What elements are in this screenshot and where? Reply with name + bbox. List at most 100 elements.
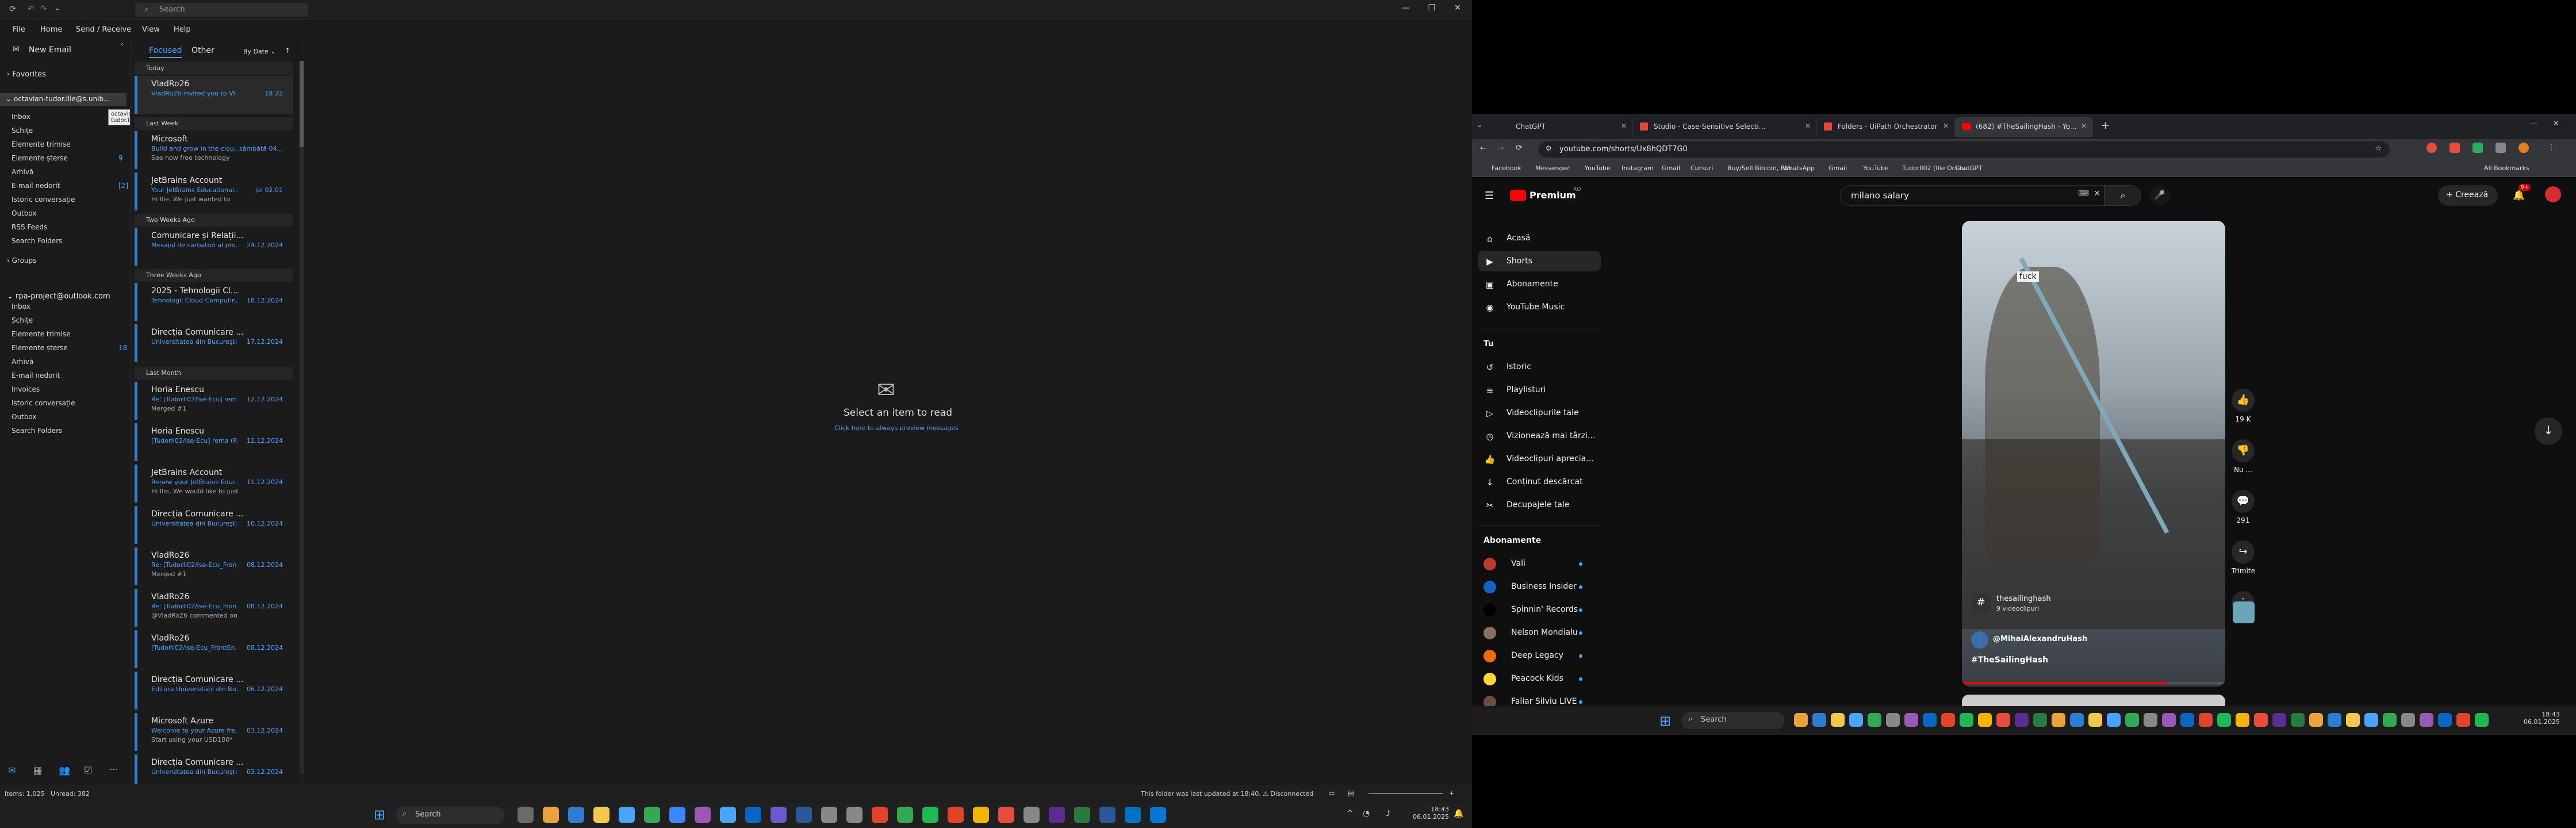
action-like[interactable]: 👍 19 K bbox=[2232, 389, 2255, 423]
message-item[interactable]: JetBrains Account Your JetBrains Educatio… bbox=[135, 172, 293, 210]
taskbar-app-icon[interactable] bbox=[2291, 713, 2305, 727]
reading-view-icon[interactable]: ▤ bbox=[1348, 789, 1354, 797]
you-item[interactable]: Playlisturi bbox=[1506, 385, 1546, 394]
tab-focused[interactable]: Focused bbox=[149, 46, 182, 58]
message-item[interactable]: Direcția Comunicare ... Editura Universit… bbox=[135, 672, 293, 710]
taskbar-app-icon[interactable] bbox=[720, 807, 736, 823]
taskbar-app-icon[interactable] bbox=[2088, 713, 2102, 727]
zoom-plus-icon[interactable]: + bbox=[1449, 789, 1454, 797]
nav-youtube-music[interactable]: YouTube Music bbox=[1506, 302, 1565, 312]
tray-chevron-icon[interactable]: ^ bbox=[1347, 809, 1354, 818]
action-share[interactable]: ↪ Trimite bbox=[2232, 540, 2255, 575]
folder-item[interactable]: Istoric conversație bbox=[12, 195, 75, 204]
bookmark-item[interactable]: YouTube bbox=[1863, 164, 1889, 172]
taskbar-app-icon[interactable] bbox=[2144, 713, 2157, 727]
taskbar-app-icon[interactable] bbox=[745, 807, 761, 823]
bookmark-star-icon[interactable]: ☆ bbox=[2375, 144, 2382, 153]
taskbar-app-icon[interactable] bbox=[1886, 713, 1900, 727]
taskbar-app-icon[interactable] bbox=[973, 807, 989, 823]
taskbar-search[interactable]: ⌕ Search bbox=[396, 807, 505, 824]
short-title[interactable]: #TheSailingHash bbox=[1971, 656, 2048, 665]
tab-youtube-active[interactable]: (682) #TheSailingHash - Yo... ✕ bbox=[1955, 117, 2093, 137]
folder-item[interactable]: Arhivă bbox=[12, 168, 33, 176]
close-tab-icon[interactable]: ✕ bbox=[2081, 122, 2087, 130]
taskbar-app-icon[interactable] bbox=[1868, 713, 1881, 727]
bookmark-item[interactable]: WhatsApp bbox=[1782, 164, 1815, 172]
folder-item[interactable]: Elemente trimise bbox=[12, 140, 71, 148]
hamburger-menu-icon[interactable]: ☰ bbox=[1485, 190, 1494, 202]
start-icon[interactable]: ⊞ bbox=[1659, 713, 1671, 729]
short-video-player[interactable]: fuck # thesailinghash 9 videoclipuri @Mi… bbox=[1962, 221, 2225, 687]
extension-icon[interactable] bbox=[2450, 143, 2460, 153]
folder-item[interactable]: Inbox bbox=[12, 302, 30, 310]
clear-search-icon[interactable]: ✕ bbox=[2094, 189, 2100, 198]
groups-toggle[interactable]: › Groups bbox=[7, 256, 36, 264]
message-item[interactable]: JetBrains Account Renew your JetBrains Ed… bbox=[135, 465, 293, 503]
you-item[interactable]: Vizionează mai târzi... bbox=[1506, 431, 1595, 440]
message-item[interactable]: Comunicare și Relații... Mesajul de sărbă… bbox=[135, 228, 293, 266]
chrome-close-icon[interactable]: ✕ bbox=[2553, 120, 2559, 128]
sort-dropdown[interactable]: By Date ⌄ bbox=[243, 48, 276, 55]
extensions-puzzle-icon[interactable] bbox=[2496, 143, 2506, 153]
tab-search-icon[interactable]: ⌄ bbox=[1477, 121, 1482, 129]
taskbar-app-icon[interactable] bbox=[2401, 713, 2415, 727]
zoom-slider[interactable] bbox=[1368, 793, 1443, 794]
group-header-last_week[interactable]: Last Week bbox=[135, 117, 293, 130]
taskbar-app-icon[interactable] bbox=[2456, 713, 2470, 727]
nav-abonamente[interactable]: Abonamente bbox=[1506, 279, 1558, 289]
taskbar-app-icon[interactable] bbox=[2107, 713, 2121, 727]
taskbar-app-icon[interactable] bbox=[1960, 713, 1973, 727]
sort-direction-icon[interactable]: ↑ bbox=[285, 47, 290, 55]
youtube-logo-icon[interactable] bbox=[1510, 190, 1526, 201]
taskbar-app-icon[interactable] bbox=[644, 807, 660, 823]
you-item[interactable]: Conținut descărcat bbox=[1506, 477, 1583, 486]
message-item[interactable]: Microsoft Build and grow in the clou... sâ… bbox=[135, 131, 293, 169]
taskbar-app-icon[interactable] bbox=[2162, 713, 2176, 727]
message-item[interactable]: Direcția Comunicare ... Universitatea din… bbox=[135, 506, 293, 544]
subscription-item[interactable]: Peacock Kids bbox=[1483, 673, 1593, 688]
taskbar-app-icon[interactable] bbox=[2309, 713, 2323, 727]
taskbar-app-icon[interactable] bbox=[948, 807, 964, 823]
taskbar-app-icon[interactable] bbox=[1941, 713, 1955, 727]
taskbar-app-icon[interactable] bbox=[1074, 807, 1090, 823]
tab-chatgpt[interactable]: ChatGPT ✕ bbox=[1495, 117, 1633, 137]
bookmark-item[interactable]: Facebook bbox=[1492, 164, 1521, 172]
clock[interactable]: 18:43 06.01.2025 bbox=[1408, 806, 1449, 821]
message-item[interactable]: VladRo26 Re: [TudorIl02/Ise-Ecu_Fron... 08… bbox=[135, 547, 293, 585]
taskbar-app-icon[interactable] bbox=[2328, 713, 2341, 727]
wifi-icon[interactable]: ◔ bbox=[1363, 809, 1370, 818]
close-tab-icon[interactable]: ✕ bbox=[1943, 122, 1949, 130]
chrome-minimize-icon[interactable]: — bbox=[2530, 120, 2537, 128]
you-item[interactable]: Decupajele tale bbox=[1506, 500, 1569, 509]
like-icon[interactable]: 👍 bbox=[2232, 389, 2255, 412]
hashtag-name[interactable]: thesailinghash bbox=[1996, 595, 2051, 603]
folder-item[interactable]: Outbox bbox=[12, 413, 36, 421]
taskbar-app-icon[interactable] bbox=[568, 807, 584, 823]
you-item[interactable]: Videoclipurile tale bbox=[1506, 408, 1579, 417]
sound-thumbnail[interactable] bbox=[2233, 601, 2255, 623]
account-avatar[interactable] bbox=[2545, 186, 2561, 202]
message-item[interactable]: VladRo26 [TudorIl02/Ise-Ecu_FrontEn... 08.… bbox=[135, 630, 293, 668]
notification-icon[interactable]: 🔔 bbox=[1454, 809, 1463, 818]
subscription-item[interactable]: Nelson Mondialu bbox=[1483, 627, 1593, 642]
taskbar-app-icon[interactable] bbox=[1099, 807, 1116, 823]
message-item[interactable]: Direcția Comunicare ... Universitatea din… bbox=[135, 754, 293, 784]
favorites-toggle[interactable]: › Favorites bbox=[7, 70, 46, 79]
collapse-pane-icon[interactable]: ‹ bbox=[121, 40, 124, 48]
menu-view[interactable]: View bbox=[142, 25, 160, 34]
mail-nav-icon[interactable]: ✉ bbox=[8, 765, 16, 776]
extension-icon[interactable] bbox=[2472, 143, 2483, 153]
taskbar-app-icon[interactable] bbox=[1125, 807, 1141, 823]
people-nav-icon[interactable]: 👥 bbox=[59, 765, 70, 776]
channel-name[interactable]: @MihaiAlexandruHash bbox=[1993, 635, 2087, 643]
taskbar-app-icon[interactable] bbox=[2364, 713, 2378, 727]
tab-studio[interactable]: Studio - Case-Sensitive Selecti... ✕ bbox=[1633, 117, 1817, 137]
bookmark-item[interactable]: All Bookmarks bbox=[2484, 164, 2529, 172]
search-button[interactable]: ⌕ bbox=[2104, 185, 2141, 206]
taskbar-app-icon[interactable] bbox=[619, 807, 635, 823]
reload-icon[interactable]: ⟳ bbox=[1516, 143, 1523, 152]
notifications-icon[interactable]: 🔔 bbox=[2513, 190, 2525, 201]
more-nav-icon[interactable]: ⋯ bbox=[109, 764, 118, 775]
taskbar-app-icon[interactable] bbox=[796, 807, 812, 823]
menu-home[interactable]: Home bbox=[40, 25, 62, 34]
